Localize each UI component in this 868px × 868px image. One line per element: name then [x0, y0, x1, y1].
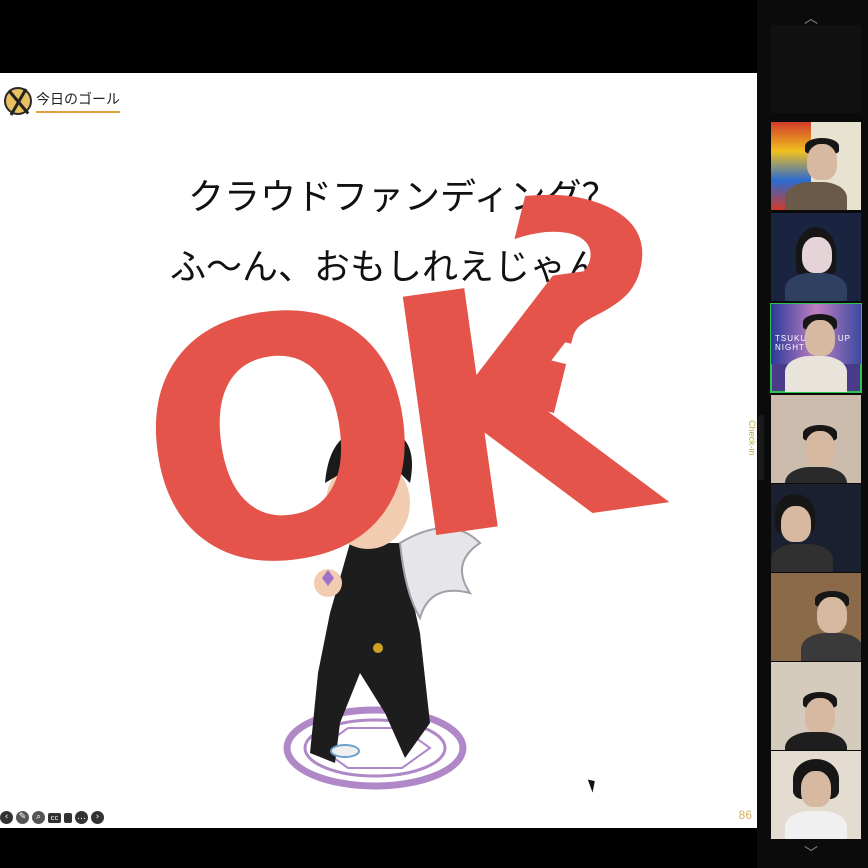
participant-tile-7[interactable]: [771, 662, 861, 750]
film-icon[interactable]: [64, 812, 72, 823]
cc-icon[interactable]: cc: [48, 812, 61, 823]
zoom-icon[interactable]: ⌕: [32, 811, 45, 824]
participant-tile-4[interactable]: [771, 395, 861, 483]
next-slide-icon[interactable]: ›: [91, 811, 104, 824]
prev-slide-icon[interactable]: ‹: [0, 811, 13, 824]
participant-tile-3-speaking[interactable]: TSUKUBA ST UP NIGHT: [770, 303, 862, 393]
scroll-down-icon[interactable]: ﹀: [804, 843, 818, 863]
sidebar-resize-handle[interactable]: [758, 415, 764, 480]
page-number: 86: [738, 808, 752, 822]
participant-tile-8[interactable]: [771, 751, 861, 839]
presentation-slide: 今日のゴール クラウドファンディング？ ふ〜ん、おもしれえじゃん OK ? ‹ …: [0, 73, 757, 828]
participant-tile-2[interactable]: [771, 213, 861, 301]
checkin-tab-label[interactable]: Check-in: [743, 420, 757, 490]
pen-icon[interactable]: ✎: [16, 811, 29, 824]
participant-tile-6[interactable]: [771, 573, 861, 661]
participant-tile-1[interactable]: [771, 122, 861, 210]
slide-toolbar: ‹ ✎ ⌕ cc … ›: [0, 811, 104, 824]
participant-tile-5[interactable]: [771, 484, 861, 572]
participant-tile-empty[interactable]: [771, 25, 861, 113]
more-icon[interactable]: …: [75, 811, 88, 824]
